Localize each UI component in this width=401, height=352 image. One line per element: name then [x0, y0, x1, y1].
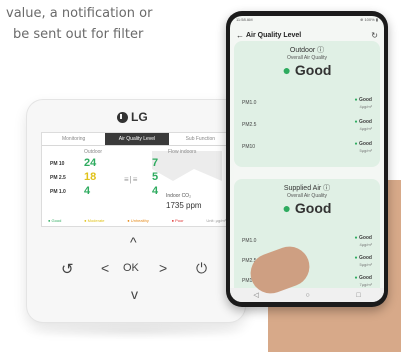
- pm-value: 4μg/m³: [359, 126, 372, 131]
- refresh-icon[interactable]: ↻: [371, 31, 378, 40]
- co2-label: Indoor CO₂: [166, 193, 192, 199]
- supplied-card-title: Supplied Air ⓘ: [283, 185, 331, 192]
- row-label-pm25: PM 2.5: [50, 175, 66, 181]
- pm-name: PM10: [242, 144, 256, 150]
- legend-moderate: ● Moderate: [84, 218, 105, 223]
- android-nav-bar: ◁ ○ □: [230, 288, 384, 302]
- air-quality-grid: Outdoor Flow indoors PM 10 PM 2.5 PM 1.0…: [50, 149, 226, 215]
- controller-legend: ● Good ● Moderate ● Unhealthy ● Poor Uni…: [48, 218, 226, 223]
- device-shadow: [20, 322, 250, 340]
- pm-status: ● Good: [354, 275, 372, 281]
- status-time: 11:58 AM: [236, 17, 253, 22]
- pm-name: PM2.5: [242, 122, 257, 128]
- supplied-overall-status: ● Good: [234, 200, 380, 216]
- nav-recents-icon[interactable]: □: [356, 292, 360, 299]
- col-outdoor-header: Outdoor: [84, 149, 103, 155]
- pm-value: 5μg/m³: [359, 262, 372, 267]
- page-title: Air Quality Level: [246, 31, 302, 39]
- lg-logo-text: LG: [131, 110, 148, 124]
- indoor-pm10-value: 7: [152, 157, 159, 169]
- legend-good: ● Good: [48, 218, 62, 223]
- back-button[interactable]: ↺: [61, 260, 74, 278]
- status-bar: 11:58 AM ⊕ 100% ▮: [230, 16, 384, 27]
- pm-name: PM1.0: [242, 238, 257, 244]
- ok-button[interactable]: OK: [123, 262, 139, 274]
- controller-dpad: ^ ↺ < OK > ⏻ v: [61, 230, 207, 316]
- caption-line-1: value, a notification or: [6, 6, 153, 21]
- left-button[interactable]: <: [101, 260, 109, 276]
- controller-tabs: Monitoring Air Quality Level Sub Functio…: [42, 133, 232, 146]
- lg-logo: LG: [117, 110, 148, 124]
- outdoor-overall-status: ● Good: [234, 62, 380, 78]
- pm-status: ● Good: [354, 255, 372, 261]
- supplied-status-text: Good: [294, 200, 332, 216]
- pm-status: ● Good: [354, 235, 372, 241]
- legend-poor: ● Poor: [171, 218, 184, 223]
- pm-status: ● Good: [354, 119, 372, 125]
- outdoor-status-text: Good: [294, 62, 332, 78]
- controller-screen: Monitoring Air Quality Level Sub Functio…: [41, 132, 233, 227]
- up-button[interactable]: ^: [130, 234, 137, 250]
- pm-value: 4μg/m³: [359, 104, 372, 109]
- outdoor-pm25-value: 18: [84, 171, 97, 183]
- down-button[interactable]: v: [131, 286, 138, 302]
- good-dot-icon: ●: [282, 62, 295, 78]
- indoor-pm1-value: 4: [152, 185, 159, 197]
- co2-value: 1735 ppm: [166, 201, 202, 210]
- nav-back-icon[interactable]: ◁: [253, 291, 258, 299]
- pm-status: ● Good: [354, 97, 372, 103]
- airflow-graphic: [152, 151, 222, 181]
- pm-name: PM1.0: [242, 100, 257, 106]
- tab-sub-function[interactable]: Sub Function: [169, 133, 232, 145]
- power-button[interactable]: ⏻: [196, 260, 207, 277]
- filter-icon: ≡|≡: [124, 175, 139, 184]
- lg-logo-icon: [117, 111, 128, 123]
- row-label-pm1: PM 1.0: [50, 189, 66, 195]
- outdoor-card-title: Outdoor ⓘ: [289, 47, 325, 54]
- indoor-pm25-value: 5: [152, 171, 159, 183]
- pm-value: 5μg/m³: [359, 148, 372, 153]
- nav-home-icon[interactable]: ○: [305, 292, 309, 299]
- lg-wall-controller: LG Monitoring Air Quality Level Sub Func…: [27, 100, 245, 322]
- outdoor-pm10-value: 24: [84, 157, 97, 169]
- tab-air-quality-level[interactable]: Air Quality Level: [105, 133, 169, 145]
- legend-unit: Unit: μg/m³: [206, 218, 226, 223]
- good-dot-icon: ●: [282, 200, 295, 216]
- pm-status: ● Good: [354, 141, 372, 147]
- caption-line-2: be sent out for filter: [13, 27, 144, 42]
- outdoor-card: Outdoor ⓘ Overall Air Quality ● Good PM1…: [234, 41, 380, 167]
- tab-monitoring[interactable]: Monitoring: [42, 133, 105, 145]
- outdoor-pm1-value: 4: [84, 185, 91, 197]
- legend-unhealthy: ● Unhealthy: [127, 218, 149, 223]
- pm-value: 7μg/m³: [359, 282, 372, 287]
- row-label-pm10: PM 10: [50, 161, 65, 167]
- pm-value: 4μg/m³: [359, 242, 372, 247]
- col-flow-header: Flow indoors: [168, 149, 197, 155]
- outdoor-card-subtitle: Overall Air Quality: [286, 55, 327, 61]
- right-button[interactable]: >: [159, 260, 167, 276]
- back-arrow-icon[interactable]: ←: [236, 31, 244, 40]
- status-icons: ⊕ 100% ▮: [359, 17, 378, 22]
- caption-text: value, a notification or be sent out for…: [0, 0, 235, 45]
- supplied-card-subtitle: Overall Air Quality: [286, 193, 327, 199]
